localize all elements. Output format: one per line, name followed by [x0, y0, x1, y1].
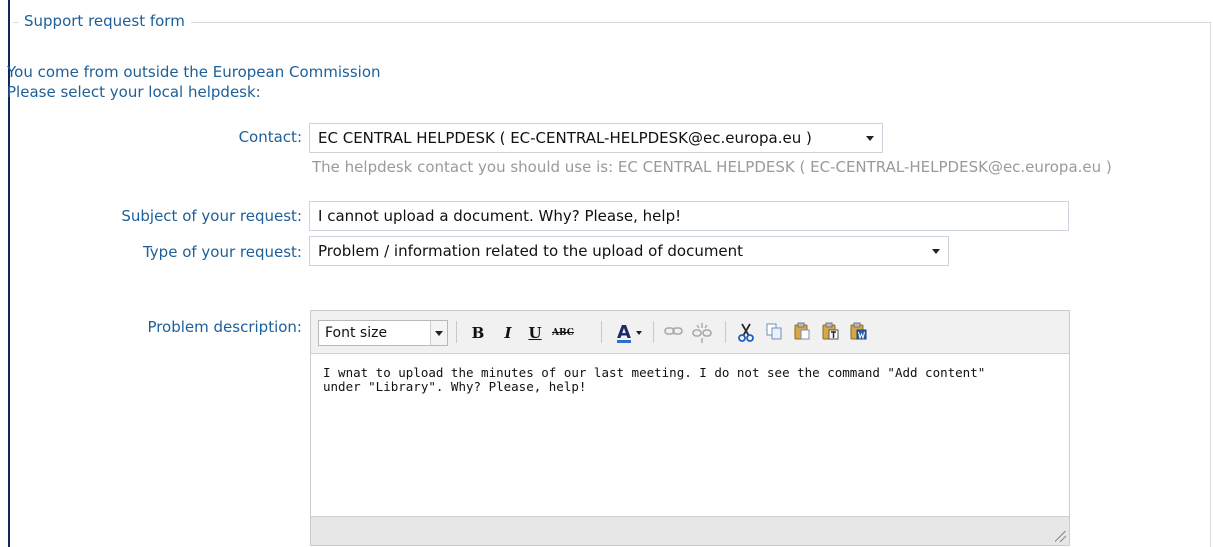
chevron-down-icon	[866, 136, 874, 141]
type-select-value: Problem / information related to the upl…	[318, 242, 744, 260]
intro-line-1: You come from outside the European Commi…	[7, 63, 381, 81]
form-legend: Support request form	[18, 12, 191, 30]
font-color-glyph: A	[617, 322, 631, 343]
description-label: Problem description:	[147, 318, 302, 336]
editor-text-area[interactable]: I wnat to upload the minutes of our last…	[311, 353, 1069, 517]
link-icon[interactable]	[663, 322, 685, 344]
font-size-select[interactable]: Font size	[318, 320, 448, 346]
strikethrough-button[interactable]: ABC	[551, 322, 575, 344]
toolbar-separator	[653, 321, 654, 343]
intro-line-2: Please select your local helpdesk:	[7, 83, 261, 101]
toolbar-separator	[601, 321, 602, 343]
resize-handle[interactable]	[1055, 531, 1066, 542]
chevron-down-icon	[932, 249, 940, 254]
editor-status-bar	[311, 516, 1069, 545]
font-size-label: Font size	[325, 325, 388, 341]
toolbar-separator	[725, 321, 726, 343]
editor-toolbar: Font size B I U ABC A	[311, 311, 1069, 354]
bold-button[interactable]: B	[469, 322, 487, 344]
contact-select[interactable]: EC CENTRAL HELPDESK ( EC-CENTRAL-HELPDES…	[309, 123, 883, 153]
contact-hint: The helpdesk contact you should use is: …	[312, 158, 1112, 176]
paste-word-icon[interactable]	[847, 322, 869, 344]
type-select[interactable]: Problem / information related to the upl…	[309, 236, 949, 266]
rich-text-editor: Font size B I U ABC A I wnat to upload t…	[310, 310, 1070, 546]
subject-input-value: I cannot upload a document. Why? Please,…	[318, 207, 682, 225]
subject-label: Subject of your request:	[121, 207, 302, 225]
contact-label: Contact:	[238, 128, 302, 146]
type-label: Type of your request:	[142, 243, 302, 261]
fieldset-border-top	[13, 22, 1211, 23]
italic-button[interactable]: I	[499, 322, 517, 344]
intro-text: You come from outside the European Commi…	[7, 62, 381, 102]
underline-button[interactable]: U	[526, 322, 544, 344]
copy-icon[interactable]	[763, 322, 785, 344]
cut-icon[interactable]	[735, 322, 757, 344]
paste-icon[interactable]	[791, 322, 813, 344]
paste-text-icon[interactable]	[819, 322, 841, 344]
contact-select-value: EC CENTRAL HELPDESK ( EC-CENTRAL-HELPDES…	[318, 129, 812, 147]
fieldset-border-right	[1210, 22, 1211, 547]
subject-input[interactable]: I cannot upload a document. Why? Please,…	[309, 201, 1069, 231]
font-size-dropdown-button[interactable]	[430, 321, 447, 345]
chevron-down-icon	[636, 331, 642, 335]
font-color-button[interactable]: A	[609, 322, 642, 344]
toolbar-separator	[456, 321, 457, 343]
unlink-icon[interactable]	[689, 322, 715, 344]
